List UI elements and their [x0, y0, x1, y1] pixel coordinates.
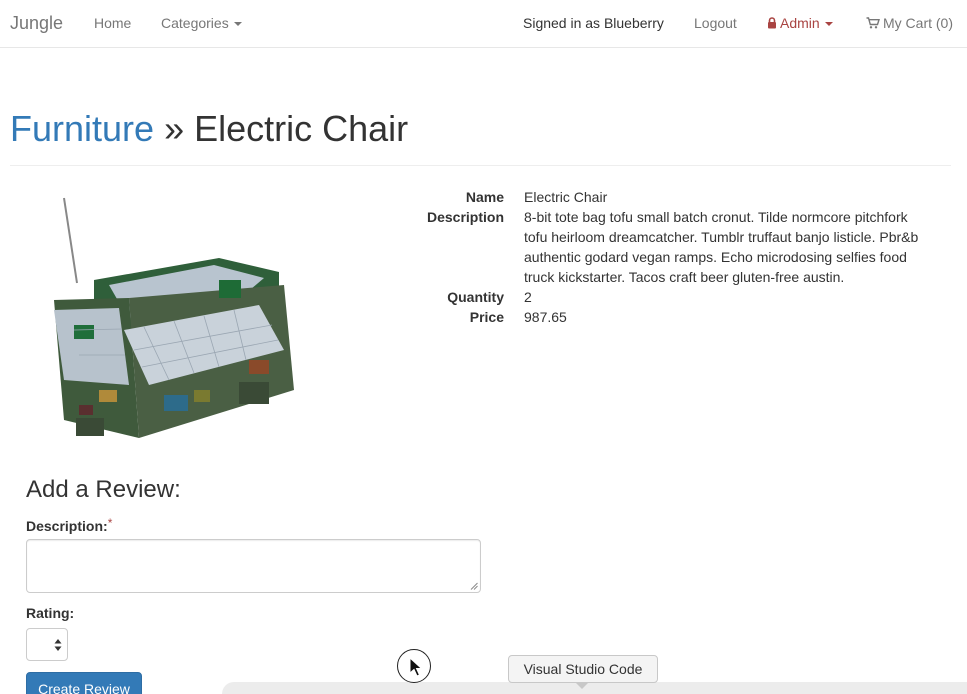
- product-details: Name Electric Chair Description 8-bit to…: [380, 187, 940, 327]
- select-arrows-icon: [54, 639, 62, 651]
- name-value: Electric Chair: [524, 189, 608, 205]
- product-page: Jungle Home Categories Signed in as Blue…: [0, 0, 967, 694]
- page-title: Furniture » Electric Chair: [10, 108, 951, 150]
- tooltip-tail: [575, 682, 589, 689]
- review-form-title: Add a Review:: [26, 476, 181, 503]
- detail-row-name: Name Electric Chair: [380, 187, 940, 207]
- dock-tooltip: Visual Studio Code: [508, 655, 658, 683]
- price-label: Price: [469, 309, 504, 325]
- top-navbar: Jungle Home Categories Signed in as Blue…: [0, 0, 967, 48]
- nav-categories-dropdown[interactable]: Categories: [161, 0, 242, 47]
- rating-select[interactable]: [26, 628, 68, 661]
- shopping-cart-icon: [866, 17, 880, 29]
- detail-row-price: Price 987.65: [380, 307, 940, 327]
- chevron-down-icon: [233, 22, 242, 27]
- description-value: 8-bit tote bag tofu small batch cronut. …: [524, 209, 919, 285]
- my-cart-label: My Cart (0): [883, 15, 953, 31]
- detail-row-quantity: Quantity 2: [380, 287, 940, 307]
- review-description-label: Description:*: [26, 516, 112, 534]
- resize-grip-icon[interactable]: [470, 582, 478, 590]
- create-review-button[interactable]: Create Review: [26, 672, 142, 694]
- rating-label: Rating:: [26, 605, 75, 621]
- signed-in-status: Signed in as Blueberry: [523, 15, 664, 31]
- lock-icon: [768, 17, 776, 29]
- name-label: Name: [465, 189, 504, 205]
- category-breadcrumb-link[interactable]: Furniture: [10, 108, 154, 149]
- dock-shelf: [222, 682, 967, 694]
- breadcrumb-separator: »: [154, 108, 195, 149]
- page-header: Furniture » Electric Chair: [10, 108, 951, 166]
- review-description-textarea[interactable]: [26, 539, 481, 593]
- detail-row-description: Description 8-bit tote bag tofu small ba…: [380, 207, 940, 287]
- logout-link[interactable]: Logout: [694, 0, 737, 47]
- mouse-pointer-icon: [409, 657, 423, 677]
- price-value: 987.65: [524, 309, 567, 325]
- chevron-down-icon: [824, 22, 833, 27]
- my-cart-link[interactable]: My Cart (0): [866, 0, 953, 47]
- description-label: Description: [426, 209, 504, 225]
- quantity-value: 2: [524, 289, 532, 305]
- brand-link[interactable]: Jungle: [10, 0, 63, 47]
- required-mark: *: [107, 516, 113, 530]
- nav-home-link[interactable]: Home: [94, 0, 131, 47]
- product-title: Electric Chair: [194, 108, 409, 149]
- nav-categories-label: Categories: [161, 15, 229, 31]
- product-image: [54, 197, 294, 438]
- nav-admin-label: Admin: [780, 15, 820, 31]
- nav-admin-dropdown[interactable]: Admin: [767, 0, 833, 47]
- review-description-label-text: Description:: [26, 518, 108, 534]
- quantity-label: Quantity: [447, 289, 504, 305]
